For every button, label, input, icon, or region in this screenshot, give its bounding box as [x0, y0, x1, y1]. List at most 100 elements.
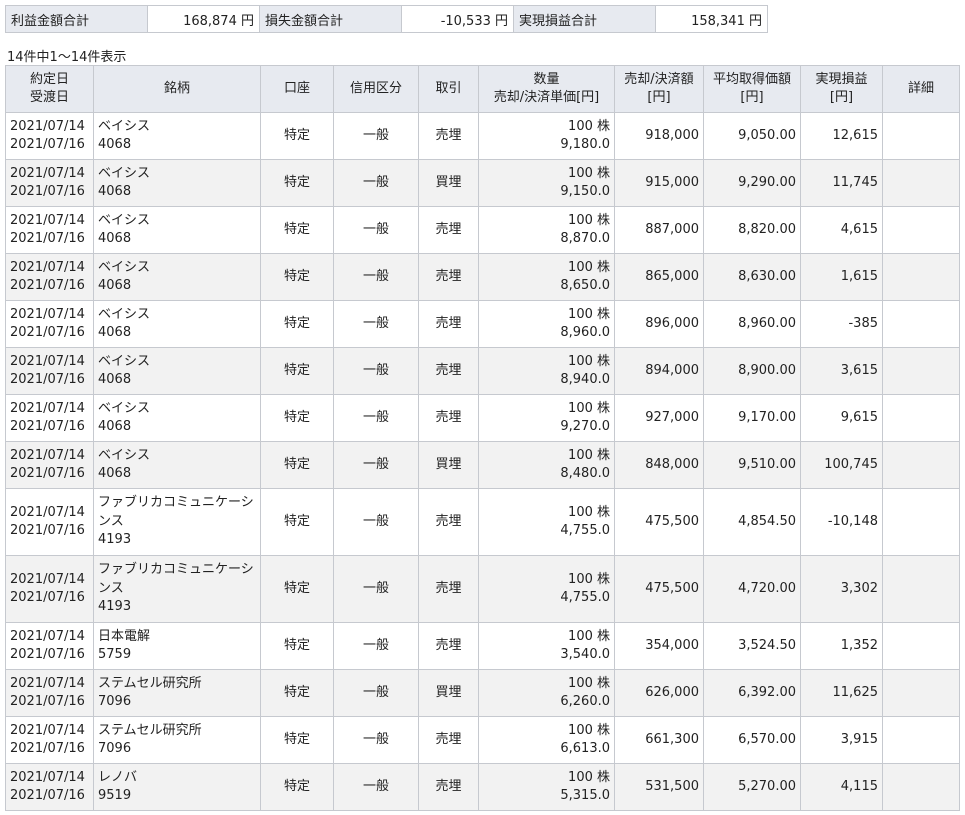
avg-cost-cell: 3,524.50 [703, 622, 801, 670]
stock-cell: ベイシス 4068 [93, 300, 261, 348]
stock-name-line: 4068 [98, 137, 132, 152]
account-cell: 特定 [260, 253, 334, 301]
detail-cell [882, 555, 960, 623]
realized-pl-cell: 11,745 [800, 159, 883, 207]
quantity: 100 株 [568, 400, 610, 416]
stock-name-line: ンス [98, 580, 124, 596]
trade-date: 2021/07/14 [10, 306, 85, 322]
credit-cell: 一般 [333, 488, 419, 556]
quantity: 100 株 [568, 259, 610, 275]
header-qty-price: 数量 売却/決済単価[円] [478, 65, 615, 113]
trade-cell: 売埋 [418, 206, 479, 254]
settle-date: 2021/07/16 [10, 647, 85, 662]
table-row: 2021/07/14 2021/07/16 ベイシス 4068 特定 一般 売埋 100 株8… [5, 300, 960, 348]
stock-name-line: 4068 [98, 419, 132, 434]
credit-cell: 一般 [333, 112, 419, 160]
amount-cell: 626,000 [614, 669, 704, 717]
table-row: 2021/07/14 2021/07/16 日本電解 5759 特定 一般 売埋 100 株3… [5, 622, 960, 670]
stock-cell: ステムセル研究所 7096 [93, 669, 261, 717]
table-row: 2021/07/14 2021/07/16 ベイシス 4068 特定 一般 売埋 100 株9… [5, 394, 960, 442]
quantity: 100 株 [568, 447, 610, 463]
account-cell: 特定 [260, 488, 334, 556]
stock-name-line: 4068 [98, 325, 132, 340]
settle-date: 2021/07/16 [10, 137, 85, 152]
unit-price: 8,870.0 [560, 231, 610, 246]
account-cell: 特定 [260, 763, 334, 811]
trade-date: 2021/07/14 [10, 447, 85, 463]
unit-price: 5,315.0 [560, 788, 610, 803]
qty-price-cell: 100 株 8,870.0 [478, 206, 615, 254]
stock-name-line: 4193 [98, 599, 132, 615]
detail-cell [882, 394, 960, 442]
stock-cell: レノバ 9519 [93, 763, 261, 811]
header-trade: 取引 [418, 65, 479, 113]
account-cell: 特定 [260, 206, 334, 254]
credit-cell: 一般 [333, 394, 419, 442]
header-credit: 信用区分 [333, 65, 419, 113]
trade-cell: 売埋 [418, 555, 479, 623]
amount-cell: 865,000 [614, 253, 704, 301]
avg-cost-cell: 4,720.00 [703, 555, 801, 623]
stock-name-line: ステムセル研究所 [98, 675, 202, 691]
settle-date: 2021/07/16 [10, 372, 85, 387]
unit-price: 9,150.0 [560, 184, 610, 199]
unit-price: 8,960.0 [560, 325, 610, 340]
stock-name-line: ベイシス [98, 306, 151, 322]
detail-cell [882, 253, 960, 301]
unit-price: 6,260.0 [560, 694, 610, 709]
table-row: 2021/07/14 2021/07/16 ベイシス 4068 特定 一般 売埋 100 株8… [5, 206, 960, 254]
detail-cell [882, 488, 960, 556]
stock-name-line: ベイシス [98, 353, 151, 369]
qty-price-cell: 100 株 4,755.0 [478, 555, 615, 623]
credit-cell: 一般 [333, 159, 419, 207]
stock-name-line: 4193 [98, 532, 132, 548]
realized-pl-cell: 11,625 [800, 669, 883, 717]
qty-price-cell: 100 株 8,650.0 [478, 253, 615, 301]
trade-date: 2021/07/14 [10, 628, 85, 644]
unit-price: 3,540.0 [560, 647, 610, 662]
dates-cell: 2021/07/14 2021/07/16 [5, 441, 94, 489]
quantity: 100 株 [568, 306, 610, 322]
detail-cell [882, 112, 960, 160]
credit-cell: 一般 [333, 253, 419, 301]
detail-cell [882, 347, 960, 395]
stock-name-line: 4068 [98, 372, 132, 387]
qty-price-cell: 100 株 8,960.0 [478, 300, 615, 348]
trade-cell: 売埋 [418, 763, 479, 811]
amount-cell: 896,000 [614, 300, 704, 348]
trade-cell: 売埋 [418, 622, 479, 670]
realized-pl-cell: 12,615 [800, 112, 883, 160]
stock-name-line: レノバ [98, 769, 138, 785]
stock-cell: ステムセル研究所 7096 [93, 716, 261, 764]
avg-cost-cell: 4,854.50 [703, 488, 801, 556]
avg-cost-cell: 9,170.00 [703, 394, 801, 442]
summary-table: 利益金額合計 168,874 円 損失金額合計 -10,533 円 実現損益合計… [5, 5, 768, 33]
quantity: 100 株 [568, 212, 610, 228]
trade-cell: 買埋 [418, 159, 479, 207]
quantity: 100 株 [568, 353, 610, 369]
settle-date: 2021/07/16 [10, 419, 85, 434]
table-row: 2021/07/14 2021/07/16 ファブリカコミュニケーショ ンス 4193 特… [5, 488, 960, 556]
table-row: 2021/07/14 2021/07/16 ベイシス 4068 特定 一般 売埋 100 株8… [5, 347, 960, 395]
account-cell: 特定 [260, 347, 334, 395]
stock-cell: ベイシス 4068 [93, 441, 261, 489]
stock-name-line: ベイシス [98, 400, 151, 416]
stock-name-line: 日本電解 [98, 628, 151, 644]
detail-cell [882, 300, 960, 348]
detail-cell [882, 716, 960, 764]
summary-value-loss: -10,533 円 [401, 5, 514, 33]
quantity: 100 株 [568, 504, 610, 520]
header-dates: 約定日 受渡日 [5, 65, 94, 113]
stock-cell: ベイシス 4068 [93, 253, 261, 301]
qty-price-cell: 100 株 9,180.0 [478, 112, 615, 160]
unit-price: 4,755.0 [560, 590, 610, 605]
amount-cell: 661,300 [614, 716, 704, 764]
dates-cell: 2021/07/14 2021/07/16 [5, 253, 94, 301]
trade-date: 2021/07/14 [10, 165, 85, 181]
amount-cell: 475,500 [614, 488, 704, 556]
avg-cost-cell: 8,960.00 [703, 300, 801, 348]
summary-value-total: 158,341 円 [655, 5, 768, 33]
settle-date: 2021/07/16 [10, 325, 85, 340]
stock-name-line: 4068 [98, 184, 132, 199]
trade-date: 2021/07/14 [10, 118, 85, 134]
